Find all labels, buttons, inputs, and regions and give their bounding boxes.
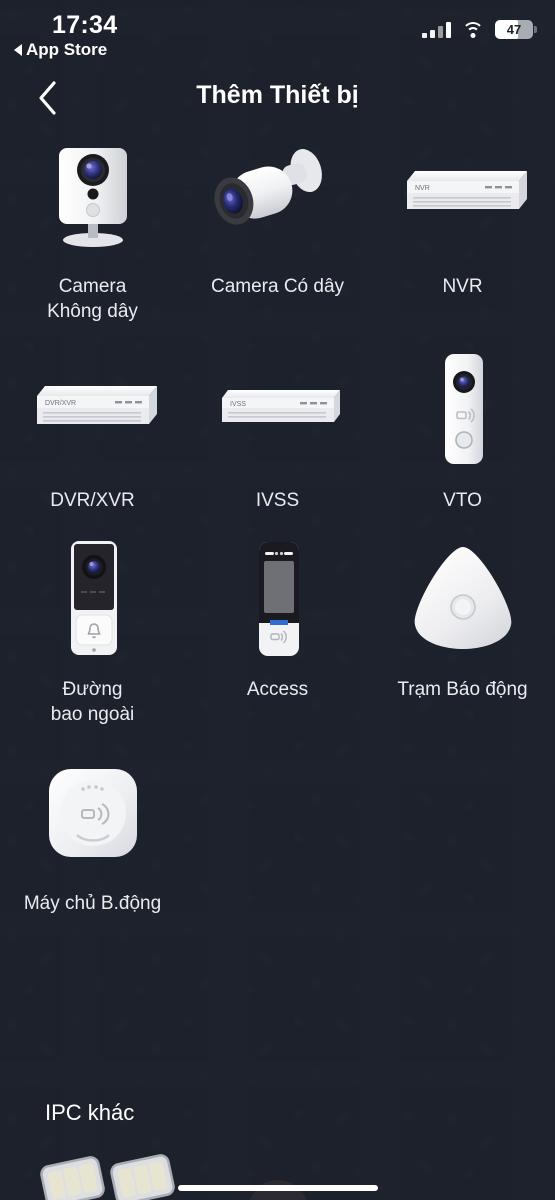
return-app-label: App Store	[26, 40, 108, 59]
doorbell-icon	[18, 535, 168, 663]
alarm-hub-icon	[388, 535, 538, 663]
device-tile-label: Camera Không dây	[47, 276, 138, 322]
battery-level: 47	[506, 22, 522, 37]
device-tile-nvr[interactable]: NVR NVR	[370, 130, 555, 324]
device-tile-access[interactable]: Access	[185, 535, 370, 727]
phone-screen: 17:34 App Store 47 Thêm Thiết bị Camera …	[0, 0, 555, 1200]
device-row: Máy chủ B.động	[0, 749, 555, 916]
partial-device-row	[0, 1140, 555, 1200]
device-tile-doorbell[interactable]: Đường bao ngoài	[0, 535, 185, 727]
nvr-icon: NVR	[388, 130, 538, 260]
navigation-bar: Thêm Thiết bị	[0, 70, 555, 126]
bullet-camera-icon	[203, 130, 353, 260]
device-tile-label: Máy chủ B.động	[23, 893, 162, 914]
device-tile-label: Access	[246, 679, 309, 700]
return-to-app-store-button[interactable]: App Store	[14, 40, 107, 60]
device-tile-ivss[interactable]: IVSS IVSS	[185, 346, 370, 513]
page-title: Thêm Thiết bị	[196, 81, 359, 109]
device-tile-label: IVSS	[255, 490, 300, 511]
device-tile-label: VTO	[443, 490, 482, 511]
device-type-grid: Camera Không dây Camera Có dây NVR NVR D…	[0, 130, 555, 916]
floodlight-icon	[110, 1154, 175, 1200]
dvr-device-label: DVR/XVR	[45, 400, 76, 407]
device-tile-label: Camera Có dây	[210, 276, 345, 297]
device-tile-alarm-server[interactable]: Máy chủ B.động	[0, 749, 185, 916]
cellular-signal-icon	[422, 21, 451, 38]
door-station-icon	[388, 346, 538, 474]
back-triangle-icon	[14, 44, 22, 56]
ivss-device-label: IVSS	[230, 401, 246, 408]
status-indicators: 47	[422, 20, 537, 39]
cube-camera-icon	[18, 130, 168, 260]
device-tile-alarm-station[interactable]: Trạm Báo động	[370, 535, 555, 727]
dvr-icon: DVR/XVR	[18, 346, 168, 474]
device-tile-label: NVR	[442, 276, 483, 297]
section-title-other-ipc: IPC khác	[45, 1100, 135, 1125]
status-time: 17:34	[52, 11, 118, 39]
device-tile-label: Trạm Báo động	[397, 679, 528, 700]
ivss-icon: IVSS	[203, 346, 353, 474]
floodlight-icon	[40, 1156, 105, 1200]
battery-icon: 47	[495, 20, 537, 39]
device-tile-dvr-xvr[interactable]: DVR/XVR DVR/XVR	[0, 346, 185, 513]
device-tile-label: Đường bao ngoài	[50, 679, 135, 725]
wifi-icon	[462, 21, 484, 38]
access-terminal-icon	[203, 535, 353, 663]
device-row: DVR/XVR DVR/XVR IVSS IVSS VTO	[0, 346, 555, 513]
device-tile-label: DVR/XVR	[50, 490, 135, 511]
status-bar: 17:34 App Store 47	[0, 0, 555, 62]
home-indicator	[177, 1185, 378, 1191]
device-row: Camera Không dây Camera Có dây NVR NVR	[0, 130, 555, 324]
device-tile-vto[interactable]: VTO	[370, 346, 555, 513]
nvr-device-label: NVR	[415, 185, 430, 192]
device-tile-wireless-camera[interactable]: Camera Không dây	[0, 130, 185, 324]
device-row: Đường bao ngoài Access Trạm Báo động	[0, 535, 555, 727]
device-tile-wired-camera[interactable]: Camera Có dây	[185, 130, 370, 324]
alarm-server-icon	[18, 749, 168, 877]
